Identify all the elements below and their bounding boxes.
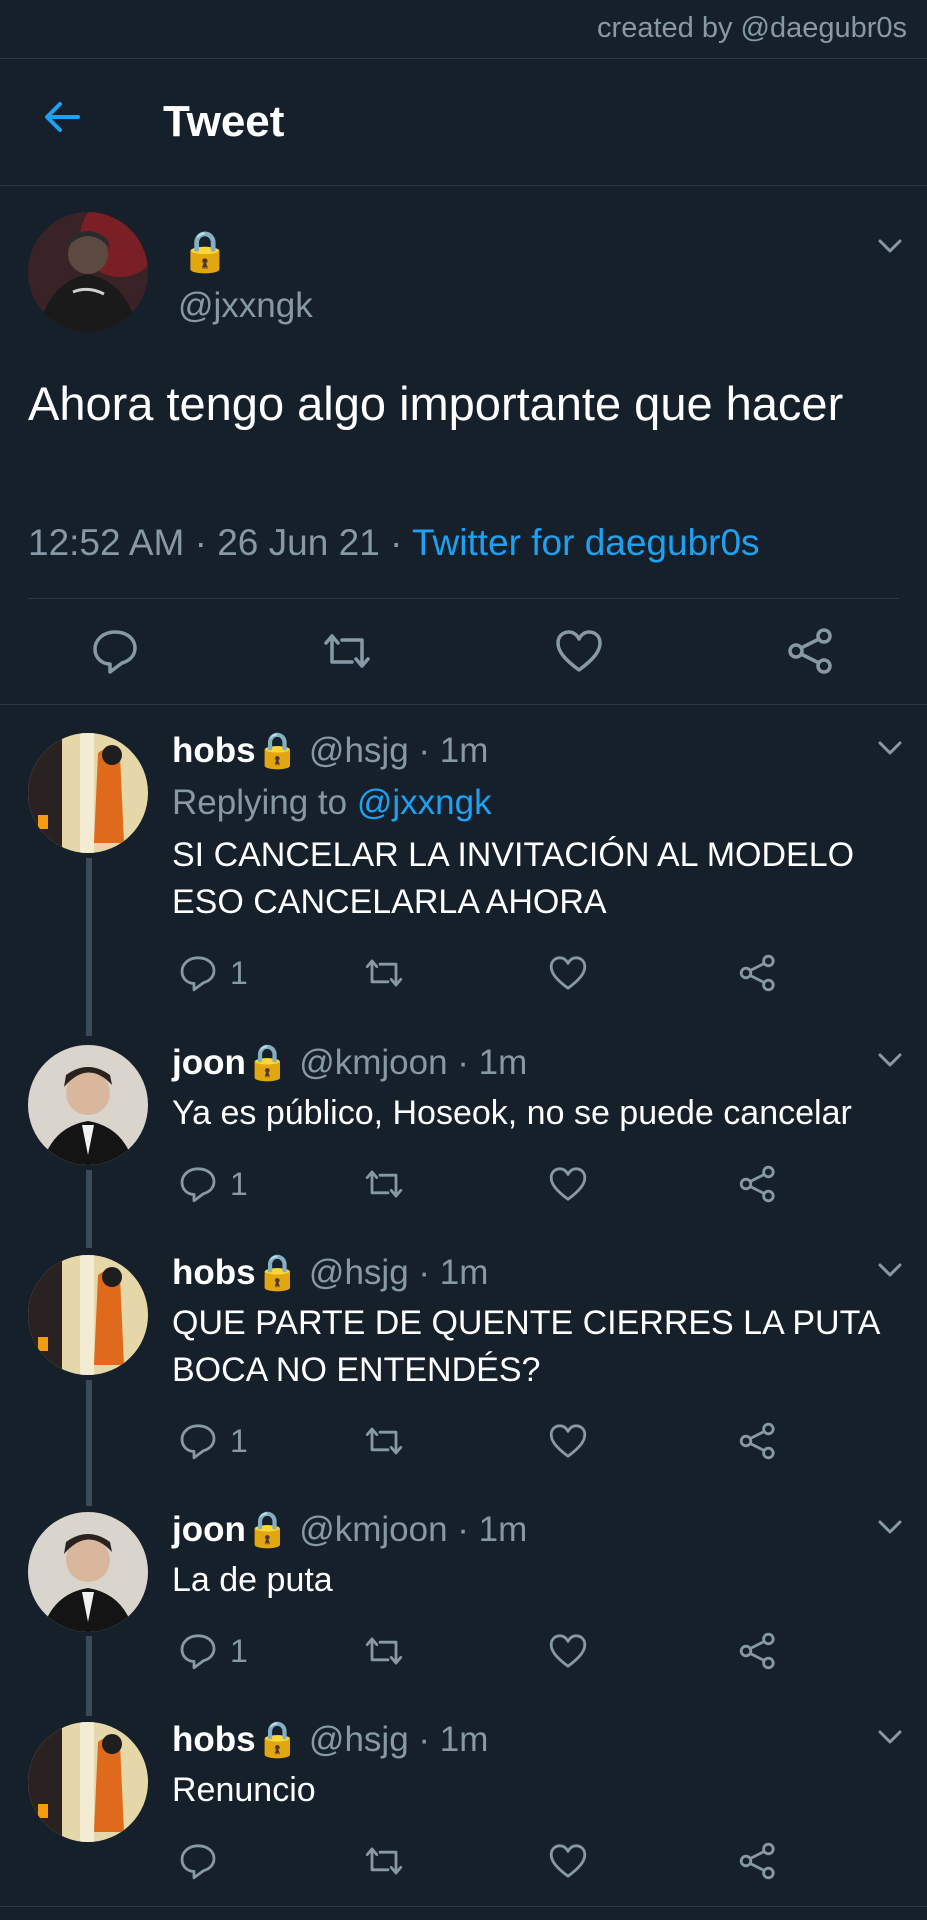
- chevron-down-icon[interactable]: [874, 732, 906, 764]
- reply-name[interactable]: hobs🔒: [172, 731, 299, 770]
- reply-action-bar: 1: [172, 953, 792, 997]
- reply-avatar[interactable]: [28, 1045, 148, 1165]
- reply-avatar[interactable]: [28, 1722, 148, 1842]
- main-tweet-name: 🔒: [180, 230, 230, 274]
- retweet-icon[interactable]: [364, 1421, 404, 1461]
- reply-name[interactable]: hobs🔒: [172, 1720, 299, 1759]
- share-icon[interactable]: [738, 1421, 778, 1461]
- reply-action-bar: 1: [172, 1421, 792, 1465]
- chevron-down-icon[interactable]: [874, 1511, 906, 1543]
- reply-icon[interactable]: [178, 1841, 218, 1881]
- tweet-source[interactable]: Twitter for daegubr0s: [412, 522, 760, 563]
- chevron-down-icon[interactable]: [874, 1044, 906, 1076]
- thread-line: [86, 1170, 92, 1248]
- like-icon[interactable]: [548, 1841, 588, 1881]
- reply-handle[interactable]: @hsjg: [309, 1720, 409, 1759]
- main-avatar[interactable]: [28, 212, 148, 332]
- reply-time: 1m: [478, 1043, 528, 1082]
- like-icon[interactable]: [548, 1631, 588, 1671]
- reply-action-bar: 1: [172, 1631, 792, 1675]
- share-icon[interactable]: [738, 1841, 778, 1881]
- like-icon[interactable]: [554, 626, 604, 676]
- reply-text: SI CANCELAR LA INVITACIÓN AL MODELO ESO …: [172, 836, 855, 921]
- reply-time: 1m: [439, 1720, 489, 1759]
- chevron-down-icon[interactable]: [874, 230, 906, 262]
- reply-icon[interactable]: [90, 626, 140, 676]
- share-icon[interactable]: [738, 1631, 778, 1671]
- retweet-icon[interactable]: [364, 953, 404, 993]
- retweet-icon[interactable]: [322, 626, 372, 676]
- divider: [28, 598, 899, 599]
- meta-separator: ·: [194, 522, 207, 563]
- retweet-icon[interactable]: [364, 1164, 404, 1204]
- reply-count: 1: [230, 1423, 248, 1459]
- page-title: Tweet: [163, 97, 285, 146]
- reply-avatar[interactable]: [28, 733, 148, 853]
- reply-text: QUE PARTE DE QUENTE CIERRES LA PUTA BOCA…: [172, 1304, 879, 1389]
- reply-header: hobs🔒 @hsjg · 1m: [172, 731, 489, 770]
- replying-to: Replying to @jxxngk: [172, 783, 492, 823]
- reply-count: 1: [230, 955, 248, 991]
- share-icon[interactable]: [738, 953, 778, 993]
- reply-header: hobs🔒 @hsjg · 1m: [172, 1720, 489, 1759]
- reply-name[interactable]: hobs🔒: [172, 1253, 299, 1292]
- main-tweet-handle[interactable]: @jxxngk: [178, 286, 313, 326]
- reply-icon[interactable]: [178, 1631, 218, 1671]
- reply-text: Ya es público, Hoseok, no se puede cance…: [172, 1094, 852, 1132]
- reply-icon[interactable]: [178, 1164, 218, 1204]
- reply-header: joon🔒 @kmjoon · 1m: [172, 1043, 528, 1082]
- reply-handle[interactable]: @hsjg: [309, 731, 409, 770]
- replying-label: Replying to: [172, 783, 348, 822]
- like-icon[interactable]: [548, 953, 588, 993]
- reply-time: 1m: [439, 731, 489, 770]
- thread-line: [86, 858, 92, 1036]
- divider: [0, 1906, 927, 1907]
- tweet-time: 12:52 AM: [28, 522, 185, 563]
- main-action-bar: [0, 600, 927, 705]
- reply-icon[interactable]: [178, 1421, 218, 1461]
- thread-line: [86, 1380, 92, 1506]
- reply-name[interactable]: joon🔒: [172, 1043, 289, 1082]
- reply-name[interactable]: joon🔒: [172, 1510, 289, 1549]
- tweet-date: 26 Jun 21: [217, 522, 380, 563]
- share-icon[interactable]: [786, 626, 836, 676]
- share-icon[interactable]: [738, 1164, 778, 1204]
- chevron-down-icon[interactable]: [874, 1721, 906, 1753]
- reply-header: joon🔒 @kmjoon · 1m: [172, 1510, 528, 1549]
- chevron-down-icon[interactable]: [874, 1254, 906, 1286]
- reply-handle[interactable]: @kmjoon: [299, 1510, 447, 1549]
- reply-count: 1: [230, 1633, 248, 1669]
- reply-time: 1m: [478, 1510, 528, 1549]
- like-icon[interactable]: [548, 1421, 588, 1461]
- main-tweet-text: Ahora tengo algo importante que hacer: [28, 377, 844, 430]
- meta-separator: ·: [390, 522, 403, 563]
- back-arrow-icon[interactable]: [40, 95, 84, 139]
- replying-to-handle[interactable]: @jxxngk: [357, 783, 492, 822]
- main-tweet-meta: 12:52 AM · 26 Jun 21 · Twitter for daegu…: [28, 522, 760, 564]
- reply-action-bar: 1: [172, 1164, 792, 1208]
- reply-avatar[interactable]: [28, 1512, 148, 1632]
- credit-bar: created by @daegubr0s: [0, 0, 927, 59]
- retweet-icon[interactable]: [364, 1631, 404, 1671]
- like-icon[interactable]: [548, 1164, 588, 1204]
- reply-text: La de puta: [172, 1561, 333, 1599]
- reply-icon[interactable]: [178, 953, 218, 993]
- app-header: Tweet: [0, 59, 927, 186]
- reply-header: hobs🔒 @hsjg · 1m: [172, 1253, 489, 1292]
- retweet-icon[interactable]: [364, 1841, 404, 1881]
- reply-handle[interactable]: @hsjg: [309, 1253, 409, 1292]
- reply-text: Renuncio: [172, 1771, 316, 1809]
- reply-avatar[interactable]: [28, 1255, 148, 1375]
- reply-action-bar: [172, 1841, 792, 1885]
- reply-count: 1: [230, 1166, 248, 1202]
- reply-handle[interactable]: @kmjoon: [299, 1043, 447, 1082]
- thread-line: [86, 1636, 92, 1716]
- credit-text: created by @daegubr0s: [597, 12, 907, 44]
- reply-time: 1m: [439, 1253, 489, 1292]
